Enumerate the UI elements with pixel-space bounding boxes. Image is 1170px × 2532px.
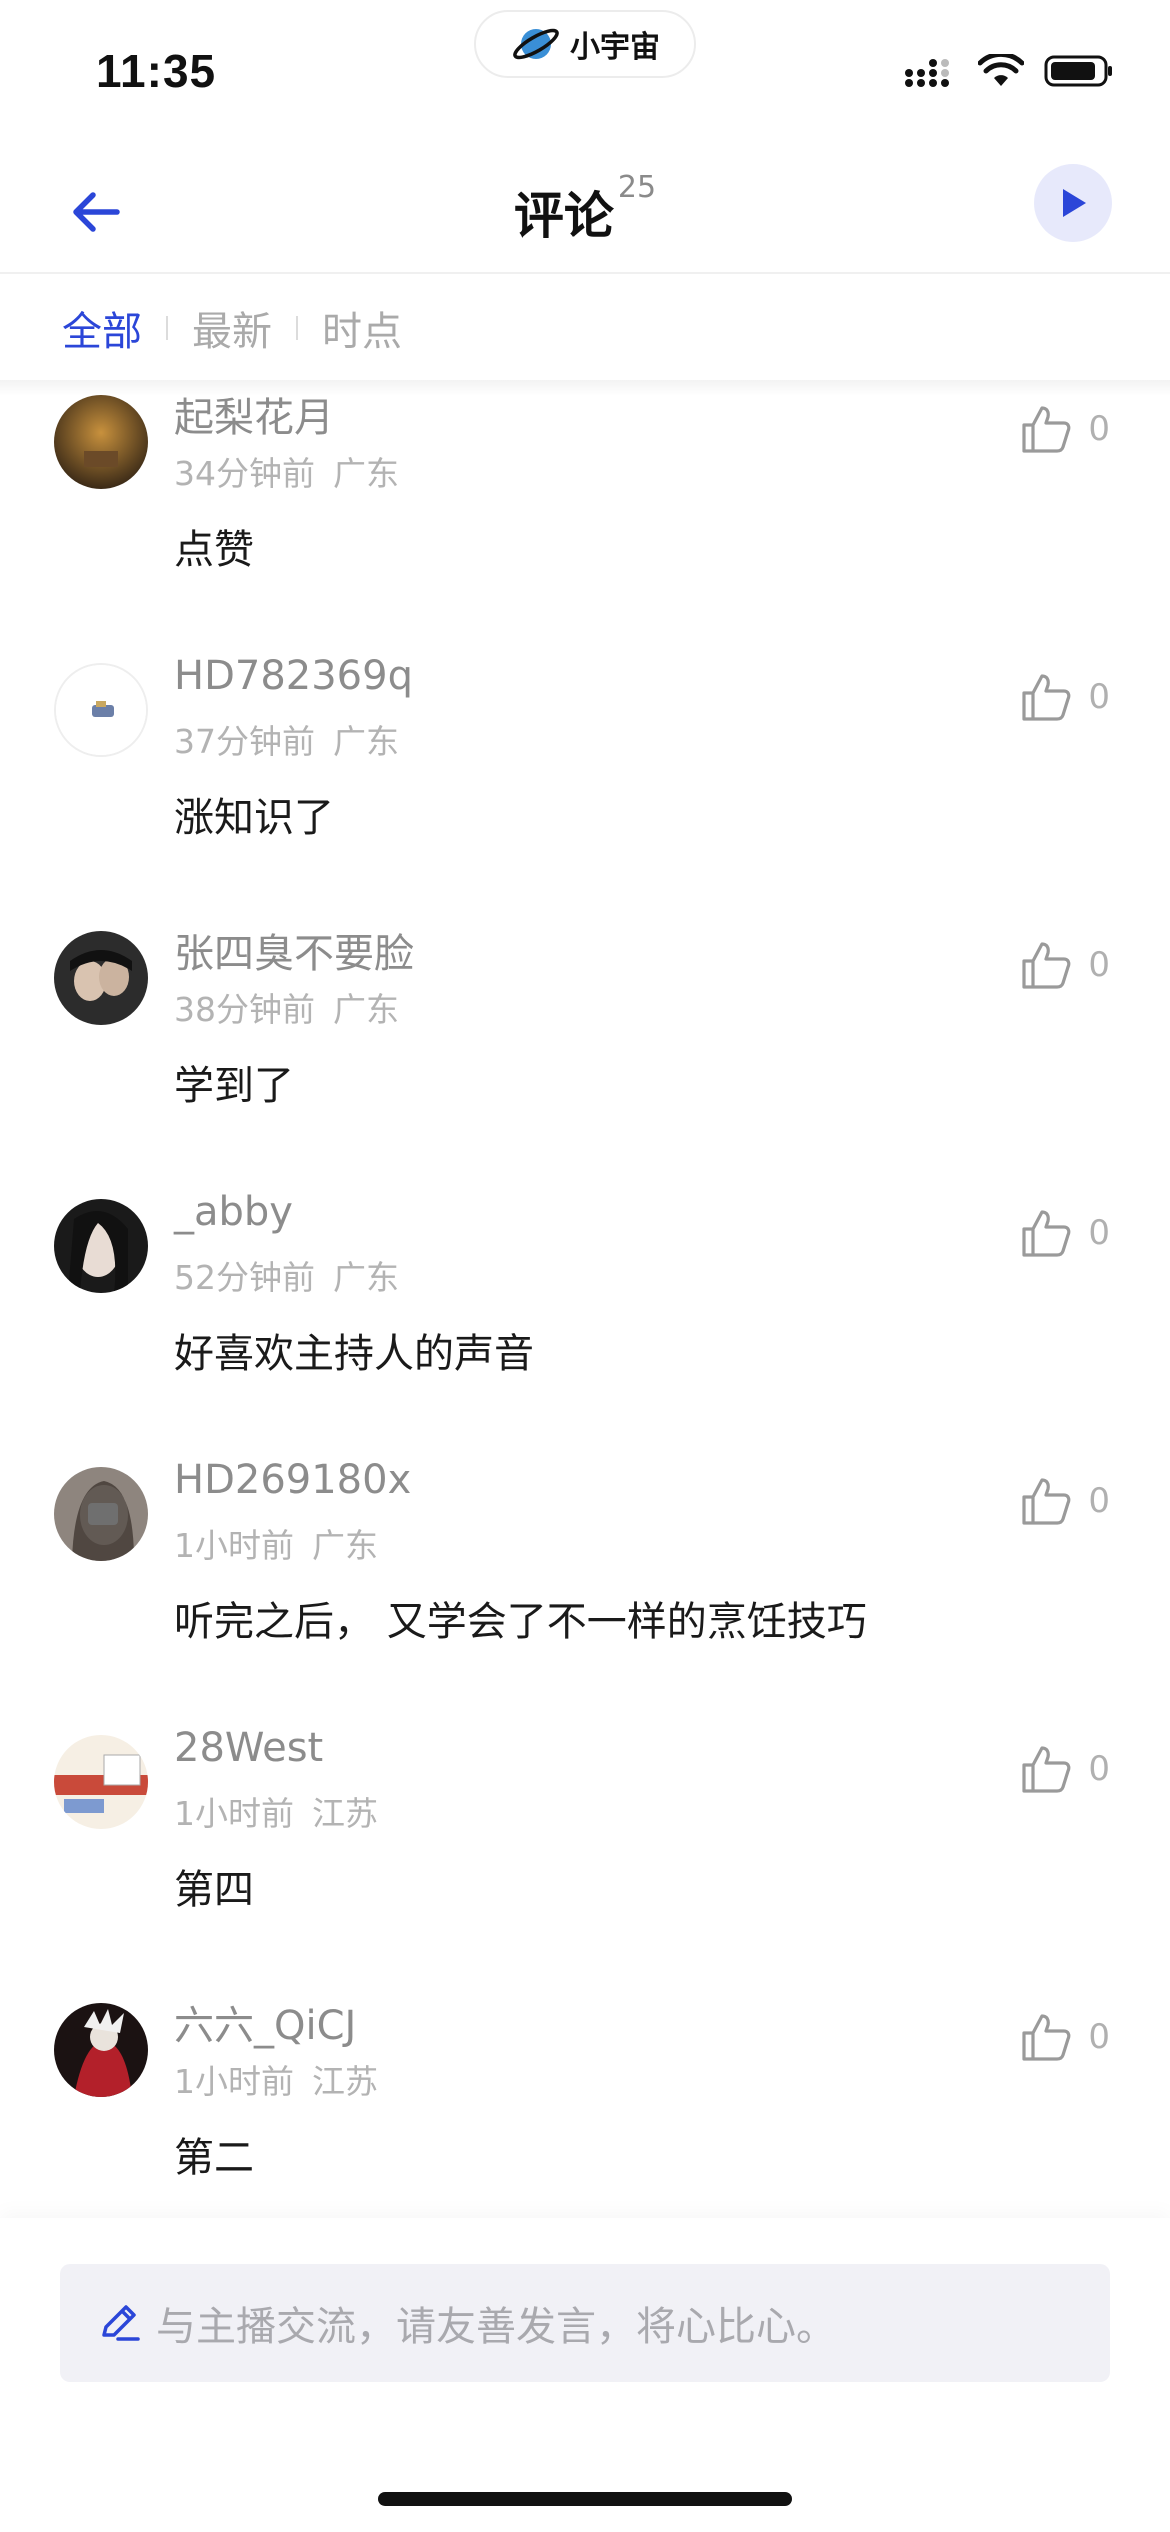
comment-item: HD269180x 1小时前 广东 听完之后， 又学会了不一样的烹饪技巧 0 (0, 1457, 1170, 1725)
like-button[interactable]: 0 (1020, 1475, 1110, 1527)
comment-text: 第二 (174, 2135, 254, 2181)
like-count: 0 (1088, 945, 1110, 985)
comment-username[interactable]: HD269180x (174, 1457, 411, 1503)
planet-icon (513, 28, 559, 60)
like-button[interactable]: 0 (1020, 939, 1110, 991)
like-button[interactable]: 0 (1020, 2011, 1110, 2063)
avatar[interactable] (54, 931, 148, 1025)
comment-item: _abby 52分钟前 广东 好喜欢主持人的声音 0 (0, 1189, 1170, 1457)
comment-time: 1小时前 (174, 2062, 294, 2101)
page-title-text: 评论 (513, 187, 614, 245)
comment-text: 第四 (174, 1867, 254, 1913)
comment-item: 28West 1小时前 江苏 第四 0 (0, 1725, 1170, 1993)
like-count: 0 (1088, 1481, 1110, 1521)
comment-meta: 1小时前 江苏 (174, 1787, 378, 1835)
cellular-signal-icon (905, 59, 949, 87)
comment-text: 点赞 (174, 527, 254, 573)
like-button[interactable]: 0 (1020, 671, 1110, 723)
comment-item: 起梨花月 34分钟前 广东 点赞 0 (0, 385, 1170, 653)
thumbs-up-icon (1022, 1478, 1071, 1525)
comment-region: 江苏 (312, 1794, 378, 1833)
like-button[interactable]: 0 (1020, 1743, 1110, 1795)
thumbs-up-icon (1022, 2014, 1071, 2061)
comment-text: 学到了 (174, 1063, 294, 1109)
status-bar: 11:35 小宇宙 (0, 0, 1170, 140)
comment-text: 好喜欢主持人的声音 (174, 1331, 534, 1377)
play-icon (1063, 189, 1086, 217)
thumbs-up-icon (1022, 674, 1071, 721)
comment-username[interactable]: _abby (174, 1189, 293, 1235)
avatar[interactable] (54, 395, 148, 489)
comment-region: 广东 (333, 454, 399, 493)
comment-time: 34分钟前 (174, 454, 315, 493)
avatar[interactable] (54, 1467, 148, 1561)
comment-count: 25 (617, 170, 657, 205)
comment-meta: 38分钟前 广东 (174, 983, 399, 1031)
like-count: 0 (1088, 677, 1110, 717)
page-title: 评论 25 (0, 170, 1170, 248)
comment-region: 广东 (312, 1526, 378, 1565)
tab-latest[interactable]: 最新 (192, 299, 272, 357)
comment-region: 广东 (333, 1258, 399, 1297)
comment-meta: 1小时前 江苏 (174, 2055, 378, 2103)
comment-time: 52分钟前 (174, 1258, 315, 1297)
like-button[interactable]: 0 (1020, 1207, 1110, 1259)
thumbs-up-icon (1022, 1210, 1071, 1257)
comment-meta: 52分钟前 广东 (174, 1251, 399, 1299)
tab-all[interactable]: 全部 (62, 299, 142, 357)
comment-username[interactable]: 六六_QiCJ (174, 1993, 356, 2051)
thumbs-up-icon (1022, 406, 1071, 453)
comment-meta: 37分钟前 广东 (174, 715, 399, 763)
thumbs-up-icon (1022, 1746, 1071, 1793)
comment-item: HD782369q 37分钟前 广东 涨知识了 0 (0, 653, 1170, 921)
like-count: 0 (1088, 1749, 1110, 1789)
thumbs-up-icon (1022, 942, 1071, 989)
comment-time: 37分钟前 (174, 722, 315, 761)
battery-icon (1044, 55, 1112, 87)
wifi-icon (978, 54, 1024, 86)
nav-bar: 评论 25 (0, 160, 1170, 274)
comment-time: 1小时前 (174, 1794, 294, 1833)
like-button[interactable]: 0 (1020, 403, 1110, 455)
comment-item: 张四臭不要脸 38分钟前 广东 学到了 0 (0, 921, 1170, 1189)
comment-username[interactable]: 28West (174, 1725, 323, 1771)
like-count: 0 (1088, 1213, 1110, 1253)
comment-region: 广东 (333, 990, 399, 1029)
comment-region: 江苏 (312, 2062, 378, 2101)
avatar[interactable] (54, 2003, 148, 2097)
comment-input-placeholder: 与主播交流，请友善发言，将心比心。 (156, 2304, 836, 2350)
filter-tabs: 全部 最新 时点 (62, 298, 402, 358)
app-indicator-pill[interactable]: 小宇宙 (474, 10, 696, 78)
comment-time: 38分钟前 (174, 990, 315, 1029)
comment-composer: 与主播交流，请友善发言，将心比心。 (0, 2218, 1170, 2532)
comment-text: 涨知识了 (174, 795, 334, 841)
avatar[interactable] (54, 663, 148, 757)
tab-divider (296, 316, 298, 340)
tab-divider (166, 316, 168, 340)
pencil-icon (102, 2305, 140, 2341)
comment-time: 1小时前 (174, 1526, 294, 1565)
status-icons (904, 54, 1114, 88)
like-count: 0 (1088, 2017, 1110, 2057)
home-indicator[interactable] (378, 2492, 792, 2506)
app-name: 小宇宙 (570, 30, 660, 65)
comment-meta: 34分钟前 广东 (174, 447, 399, 495)
comment-text: 听完之后， 又学会了不一样的烹饪技巧 (174, 1599, 867, 1645)
avatar[interactable] (54, 1735, 148, 1829)
comment-username[interactable]: 起梨花月 (174, 385, 334, 443)
comment-username[interactable]: HD782369q (174, 653, 413, 699)
comment-region: 广东 (333, 722, 399, 761)
like-count: 0 (1088, 409, 1110, 449)
tab-timestamps[interactable]: 时点 (322, 299, 402, 357)
comments-screen: 11:35 小宇宙 评论 25 全部 最新 时点 起梨花月 34分钟前 广东 点… (0, 0, 1170, 2532)
avatar[interactable] (54, 1199, 148, 1293)
comment-username[interactable]: 张四臭不要脸 (174, 921, 414, 979)
play-button[interactable] (1034, 164, 1112, 242)
status-time: 11:35 (96, 45, 217, 97)
comment-input[interactable]: 与主播交流，请友善发言，将心比心。 (60, 2264, 1110, 2382)
comment-meta: 1小时前 广东 (174, 1519, 378, 1567)
